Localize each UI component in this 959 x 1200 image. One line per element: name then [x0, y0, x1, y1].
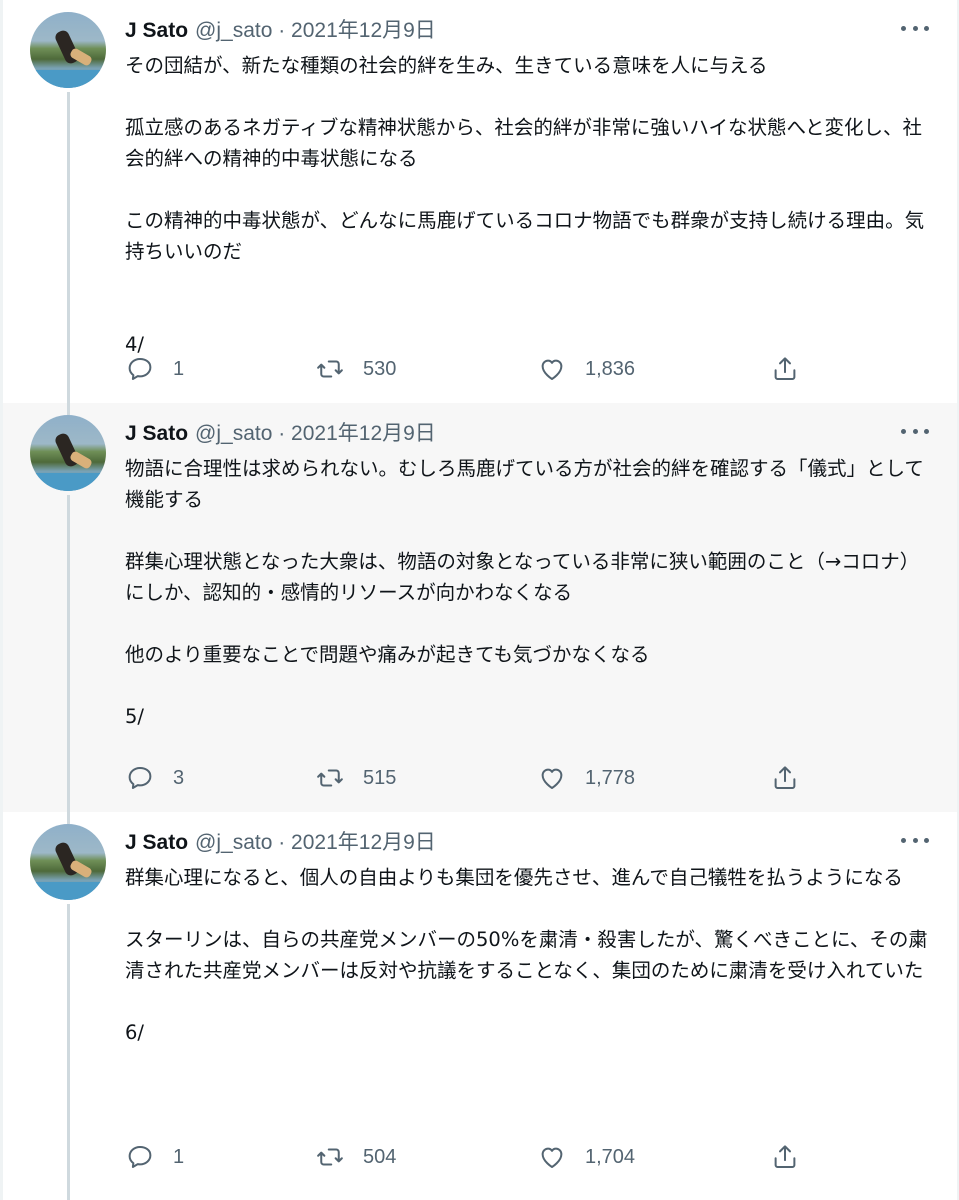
like-button[interactable]: 1,704: [537, 1140, 635, 1174]
more-options-icon[interactable]: [901, 18, 929, 38]
tweet-paragraph: 群集心理状態となった大衆は、物語の対象となっている非常に狭い範囲のこと（→コロナ…: [125, 550, 920, 604]
reply-icon: [128, 1146, 152, 1168]
author-name[interactable]: J Sato: [125, 831, 188, 855]
retweet-count: 515: [363, 766, 397, 789]
avatar[interactable]: [30, 824, 106, 900]
share-icon: [774, 1145, 796, 1168]
reply-button[interactable]: 1: [125, 352, 184, 386]
tweet-paragraph: 群集心理になると、個人の自由よりも集団を優先させ、進んで自己犠牲を払うようになる: [125, 866, 903, 889]
reply-icon: [128, 767, 152, 789]
like-button[interactable]: 1,836: [537, 352, 635, 386]
tweet-2[interactable]: J Sato @j_sato · 2021年12月9日 物語に合理性は求められな…: [3, 403, 957, 812]
thread-line: [67, 92, 70, 403]
author-handle-date[interactable]: @j_sato · 2021年12月9日: [195, 826, 436, 856]
thread-line: [67, 495, 70, 812]
tweet-paragraph: スターリンは、自らの共産党メンバーの50%を粛清・殺害したが、驚くべきことに、そ…: [125, 928, 928, 982]
tweet-paragraph: 孤立感のあるネガティブな精神状態から、社会的絆が非常に強いハイな状態へと変化し、…: [125, 116, 922, 170]
tweet-actions: 1 530 1,836: [125, 352, 815, 386]
author-handle-date[interactable]: @j_sato · 2021年12月9日: [195, 14, 436, 44]
like-count: 1,836: [585, 357, 636, 380]
retweet-icon: [317, 769, 343, 787]
heart-icon: [541, 1147, 563, 1168]
tweet-paragraph: 他のより重要なことで問題や痛みが起きても気づかなくなる: [125, 643, 650, 666]
tweet-header: J Sato @j_sato · 2021年12月9日: [125, 417, 436, 445]
author-name[interactable]: J Sato: [125, 422, 188, 446]
reply-button[interactable]: 3: [125, 761, 184, 795]
retweet-button[interactable]: 530: [315, 352, 396, 386]
tweet-paragraph: 物語に合理性は求められない。むしろ馬鹿げている方が社会的絆を確認する「儀式」とし…: [125, 457, 924, 511]
thread-line: [67, 904, 70, 1200]
avatar[interactable]: [30, 415, 106, 491]
thread-counter: 6/: [125, 1021, 144, 1044]
tweet-actions: 1 504 1,704: [125, 1140, 815, 1174]
tweet-text: 物語に合理性は求められない。むしろ馬鹿げている方が社会的絆を確認する「儀式」とし…: [125, 453, 935, 732]
like-count: 1,778: [585, 766, 636, 789]
timeline: J Sato @j_sato · 2021年12月9日 その団結が、新たな種類の…: [0, 0, 959, 1200]
thread-counter: 5/: [125, 705, 144, 728]
tweet-paragraph: その団結が、新たな種類の社会的絆を生み、生きている意味を人に与える: [125, 54, 768, 77]
avatar[interactable]: [30, 12, 106, 88]
share-icon: [774, 357, 796, 380]
author-handle-date[interactable]: @j_sato · 2021年12月9日: [195, 417, 436, 447]
reply-icon: [128, 358, 152, 380]
like-count: 1,704: [585, 1145, 636, 1168]
share-button[interactable]: [770, 352, 800, 386]
heart-icon: [541, 768, 563, 789]
tweet-header: J Sato @j_sato · 2021年12月9日: [125, 14, 436, 42]
tweet-actions: 3 515 1,778: [125, 761, 815, 795]
more-options-icon[interactable]: [901, 421, 929, 441]
tweet-header: J Sato @j_sato · 2021年12月9日: [125, 826, 436, 854]
share-icon: [774, 766, 796, 789]
retweet-count: 530: [363, 357, 397, 380]
thread-line: [67, 403, 70, 415]
retweet-icon: [317, 1148, 343, 1166]
tweet-3[interactable]: J Sato @j_sato · 2021年12月9日 群集心理になると、個人の…: [3, 812, 957, 1200]
reply-count: 1: [173, 357, 185, 380]
heart-icon: [541, 359, 563, 380]
thread-line: [67, 812, 70, 824]
tweet-1[interactable]: J Sato @j_sato · 2021年12月9日 その団結が、新たな種類の…: [3, 0, 957, 403]
author-name[interactable]: J Sato: [125, 19, 188, 43]
retweet-count: 504: [363, 1145, 397, 1168]
share-button[interactable]: [770, 1140, 800, 1174]
reply-count: 1: [173, 1145, 185, 1168]
more-options-icon[interactable]: [901, 830, 929, 850]
retweet-button[interactable]: 504: [315, 1140, 396, 1174]
tweet-paragraph: この精神的中毒状態が、どんなに馬鹿げているコロナ物語でも群衆が支持し続ける理由。…: [125, 209, 925, 263]
share-button[interactable]: [770, 761, 800, 795]
reply-button[interactable]: 1: [125, 1140, 184, 1174]
like-button[interactable]: 1,778: [537, 761, 635, 795]
retweet-icon: [317, 360, 343, 378]
reply-count: 3: [173, 766, 185, 789]
tweet-text: その団結が、新たな種類の社会的絆を生み、生きている意味を人に与える 孤立感のある…: [125, 50, 935, 360]
tweet-text: 群集心理になると、個人の自由よりも集団を優先させ、進んで自己犠牲を払うようになる…: [125, 862, 935, 1048]
retweet-button[interactable]: 515: [315, 761, 396, 795]
